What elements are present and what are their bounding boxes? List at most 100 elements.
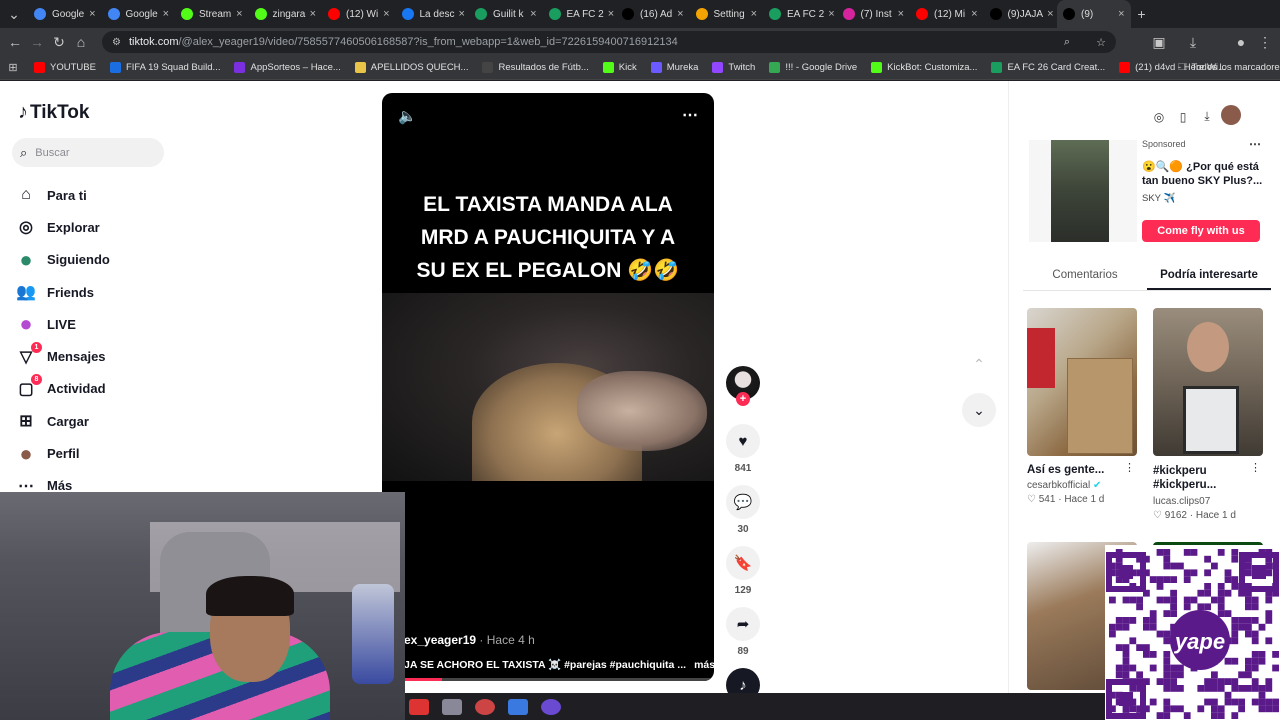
tab-close-icon[interactable]: × bbox=[894, 8, 904, 20]
card-title[interactable]: #kickperu #kickperu... bbox=[1153, 464, 1253, 492]
card-more-icon[interactable]: ⋮ bbox=[1250, 461, 1261, 474]
taskbar-app-icon-3[interactable] bbox=[475, 698, 495, 715]
sidebar-item-actividad[interactable]: ▢ 8 Actividad bbox=[14, 373, 214, 405]
coins-icon[interactable]: ◎ bbox=[1147, 110, 1171, 124]
sidebar-item-cargar[interactable]: ⊞ Cargar bbox=[14, 405, 214, 437]
bookmark-item[interactable]: YOUTUBE bbox=[34, 62, 96, 73]
ad-cta-button[interactable]: Come fly with us bbox=[1142, 220, 1260, 242]
tab-close-icon[interactable]: × bbox=[673, 8, 683, 20]
new-tab-icon[interactable]: + bbox=[1131, 3, 1153, 25]
taskbar-app-icon-1[interactable] bbox=[409, 698, 429, 715]
ad-more-icon[interactable]: ⋯ bbox=[1249, 137, 1261, 151]
browser-tab[interactable]: EA FC 2 × bbox=[543, 0, 617, 28]
forward-icon[interactable]: → bbox=[26, 31, 48, 53]
comment-icon[interactable]: 💬 bbox=[726, 485, 760, 519]
card-user[interactable]: cesarbkofficial bbox=[1027, 480, 1090, 491]
bookmark-item[interactable]: Twitch bbox=[712, 62, 755, 73]
tab-close-icon[interactable]: × bbox=[232, 8, 242, 20]
card-more-icon[interactable]: ⋮ bbox=[1124, 461, 1135, 474]
taskbar-app-icon-4[interactable] bbox=[508, 698, 528, 715]
tab-close-icon[interactable]: × bbox=[159, 8, 169, 20]
search-box[interactable]: ⌕ Buscar bbox=[12, 138, 164, 167]
suggested-card-1[interactable]: ⋮ Así es gente... cesarbkofficial ✔ ♡ 54… bbox=[1027, 308, 1139, 505]
tab-search-icon[interactable]: ⌄ bbox=[0, 3, 28, 25]
bookmark-item[interactable]: EA FC 26 Card Creat... bbox=[991, 62, 1105, 73]
address-bar[interactable]: ⚙ tiktok.com/@alex_yeager19/video/758557… bbox=[102, 31, 1116, 53]
apps-icon[interactable]: ⊞ bbox=[2, 57, 24, 79]
browser-tab[interactable]: (16) Ad × bbox=[616, 0, 690, 28]
bookmark-item[interactable]: APELLIDOS QUECH... bbox=[354, 62, 468, 73]
tab-close-icon[interactable]: × bbox=[824, 8, 834, 20]
card-user[interactable]: lucas.clips07 bbox=[1153, 496, 1265, 507]
bookmark-item[interactable]: !!! - Google Drive bbox=[769, 62, 857, 73]
tab-close-icon[interactable]: × bbox=[455, 8, 465, 20]
tab-suggested[interactable]: Podría interesarte bbox=[1147, 263, 1271, 290]
ad-brand[interactable]: SKY ✈️ bbox=[1142, 193, 1175, 204]
tab-close-icon[interactable]: × bbox=[379, 8, 389, 20]
tab-close-icon[interactable]: × bbox=[85, 8, 95, 20]
bookmark-item[interactable]: Mureka bbox=[650, 62, 698, 73]
browser-tab[interactable]: EA FC 2 × bbox=[763, 0, 837, 28]
reload-icon[interactable]: ↻ bbox=[48, 31, 70, 53]
comment-action[interactable]: 💬 30 bbox=[725, 485, 761, 535]
browser-tab[interactable]: (12) Wi × bbox=[322, 0, 396, 28]
share-icon[interactable]: ➦ bbox=[726, 607, 760, 641]
browser-tab[interactable]: (12) Mi × bbox=[910, 0, 984, 28]
bookmark-star-icon[interactable]: ☆ bbox=[1096, 36, 1106, 49]
tab-close-icon[interactable]: × bbox=[1043, 8, 1053, 20]
sidebar-item-live[interactable]: ● LIVE bbox=[14, 308, 214, 340]
browser-tab[interactable]: Setting × bbox=[690, 0, 764, 28]
profile-icon[interactable]: ● bbox=[1230, 31, 1252, 53]
sidebar-item-explorar[interactable]: ◎ Explorar bbox=[14, 211, 214, 243]
browser-tab[interactable]: (9) × bbox=[1057, 0, 1131, 28]
sidebar-item-siguiendo[interactable]: ● Siguiendo bbox=[14, 244, 214, 276]
ad-thumbnail[interactable] bbox=[1029, 140, 1137, 242]
bookmark-item[interactable]: AppSorteos – Hace... bbox=[234, 62, 341, 73]
browser-tab[interactable]: (9)JAJA × bbox=[984, 0, 1058, 28]
card-thumbnail[interactable] bbox=[1153, 308, 1263, 456]
bookmark-item[interactable]: Resultados de Fútb... bbox=[482, 62, 589, 73]
author-avatar[interactable]: + bbox=[725, 366, 761, 406]
video-progress-bar[interactable] bbox=[382, 678, 714, 681]
like-action[interactable]: ♥ 841 bbox=[725, 424, 761, 474]
share-action[interactable]: ➦ 89 bbox=[725, 607, 761, 657]
previous-video-button[interactable]: ⌃ bbox=[962, 347, 996, 381]
download-icon[interactable]: ⤓ bbox=[1182, 31, 1204, 53]
all-bookmarks[interactable]: 🗀 Todos los marcadores bbox=[1178, 60, 1280, 76]
sidebar-item-parati[interactable]: ⌂ Para ti bbox=[14, 179, 214, 211]
follow-plus-icon[interactable]: + bbox=[736, 392, 750, 406]
site-info-icon[interactable]: ⚙ bbox=[112, 37, 121, 48]
video-author[interactable]: ex_yeager19 · Hace 4 h bbox=[404, 633, 535, 647]
extensions-icon[interactable]: ▣ bbox=[1148, 31, 1170, 53]
card-user-line[interactable]: cesarbkofficial ✔ bbox=[1027, 480, 1139, 491]
menu-icon[interactable]: ⋮ bbox=[1254, 31, 1276, 53]
tab-close-icon[interactable]: × bbox=[306, 8, 316, 20]
sidebar-item-friends[interactable]: 👥 Friends bbox=[14, 276, 214, 308]
video-username[interactable]: ex_yeager19 bbox=[404, 633, 476, 647]
browser-tab[interactable]: zingara × bbox=[249, 0, 323, 28]
video-player[interactable]: 🔈 ⋯ EL TAXISTA MANDA ALA MRD A PAUCHIQUI… bbox=[382, 93, 714, 681]
bookmark-item[interactable]: FIFA 19 Squad Build... bbox=[109, 62, 220, 73]
caption-more-button[interactable]: más bbox=[694, 659, 714, 671]
bookmark-item[interactable]: Kick bbox=[602, 62, 637, 73]
bookmark-item[interactable]: KickBot: Customiza... bbox=[871, 62, 977, 73]
browser-tab[interactable]: Stream × bbox=[175, 0, 249, 28]
volume-icon[interactable]: 🔈 bbox=[398, 107, 417, 125]
tab-comments[interactable]: Comentarios bbox=[1023, 263, 1147, 290]
browser-tab[interactable]: Guilit k × bbox=[469, 0, 543, 28]
card-title[interactable]: Así es gente... bbox=[1027, 464, 1139, 476]
tab-close-icon[interactable]: × bbox=[747, 8, 757, 20]
video-more-icon[interactable]: ⋯ bbox=[682, 105, 698, 125]
taskbar-app-icon-2[interactable] bbox=[442, 698, 462, 715]
tiktok-logo[interactable]: ♪ TikTok bbox=[18, 101, 89, 124]
save-action[interactable]: 🔖 129 bbox=[725, 546, 761, 596]
heart-icon[interactable]: ♥ bbox=[726, 424, 760, 458]
tab-close-icon[interactable]: × bbox=[1114, 8, 1124, 20]
suggested-card-2[interactable]: ⋮ #kickperu #kickperu... lucas.clips07 ♡… bbox=[1153, 308, 1265, 521]
sidebar-item-perfil[interactable]: ● Perfil bbox=[14, 437, 214, 469]
next-video-button[interactable]: ⌄ bbox=[962, 393, 996, 427]
taskbar-app-icon-5[interactable] bbox=[541, 698, 561, 715]
home-icon[interactable]: ⌂ bbox=[70, 31, 92, 53]
bookmark-icon[interactable]: 🔖 bbox=[726, 546, 760, 580]
browser-tab[interactable]: Google × bbox=[28, 0, 102, 28]
